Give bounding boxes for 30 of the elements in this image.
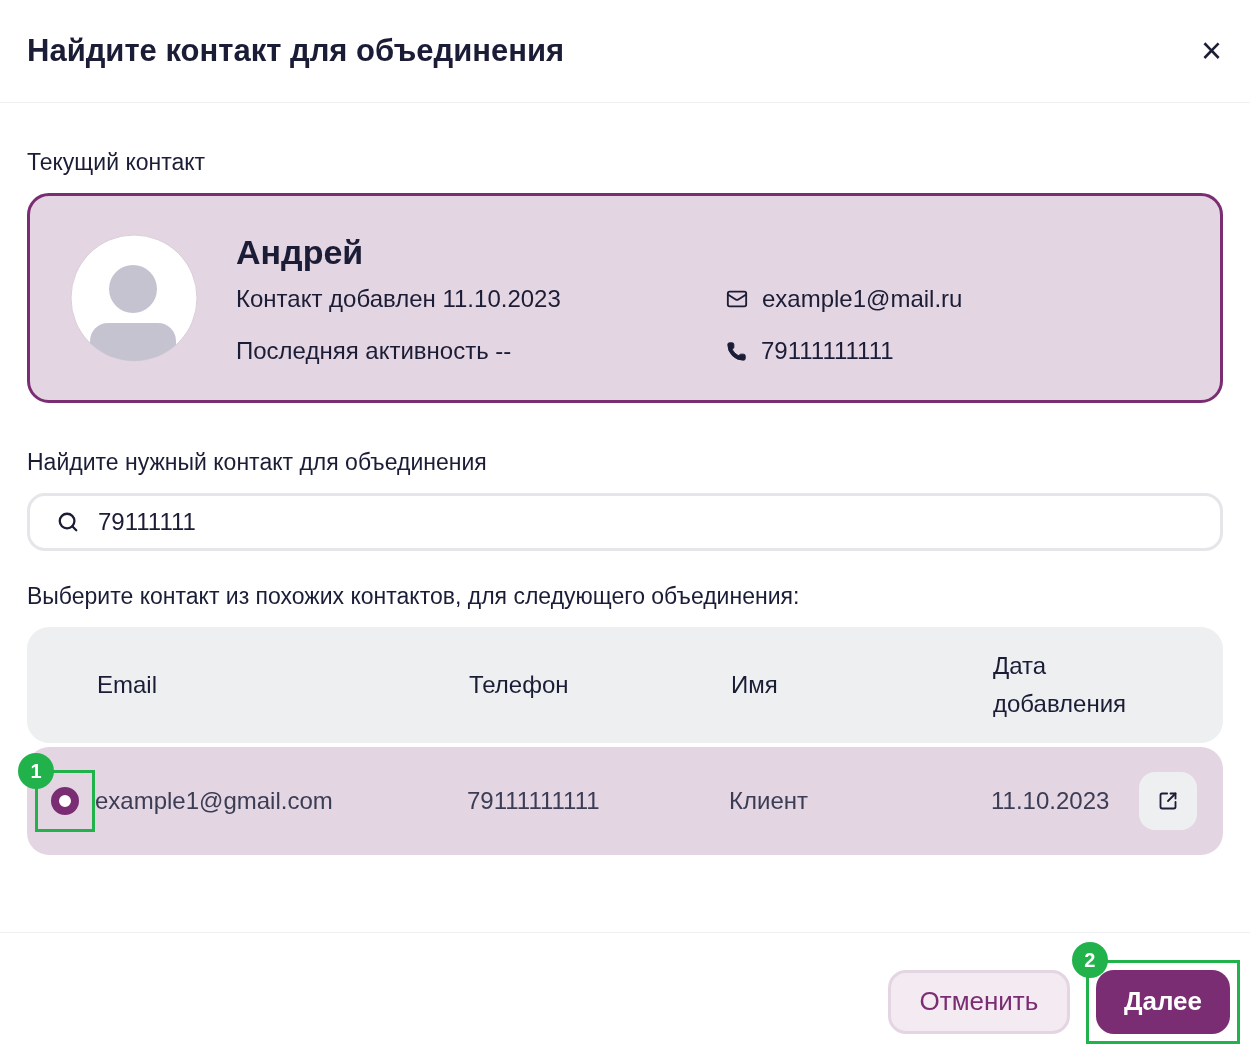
open-link-button[interactable] <box>1139 772 1197 830</box>
section-label: Найдите нужный контакт для объединения <box>27 448 488 477</box>
column-header: Дата добавления <box>993 651 1128 719</box>
contact-phone: 79111111111 <box>761 336 894 366</box>
radio-button[interactable] <box>51 787 79 815</box>
section-label: Выберите контакт из похожих контактов, для следующего объединения: <box>27 582 801 611</box>
section-label: Текущий контакт <box>27 148 207 177</box>
contact-email: example1@mail.ru <box>762 284 963 314</box>
mail-icon <box>726 288 748 310</box>
phone-icon <box>726 340 747 362</box>
search-field[interactable]: 79111111 <box>27 493 1223 551</box>
next-button[interactable]: Далее <box>1095 969 1230 1034</box>
external-link-icon <box>1158 791 1178 811</box>
dialog-title: Найдите контакт для объединения <box>27 31 565 70</box>
table-cell-text: 79111111111 <box>467 786 601 816</box>
table-cell-text: example1@gmail.com <box>95 786 334 816</box>
last-activity: Последняя активность -- <box>236 336 513 366</box>
column-header: Email <box>97 670 158 700</box>
table-cell-text: Клиент <box>729 786 809 816</box>
table-cell-text: 11.10.2023 <box>991 786 1111 816</box>
column-header: Имя <box>731 670 779 700</box>
added-date: Контакт добавлен 11.10.2023 <box>236 284 562 314</box>
close-button[interactable]: × <box>1200 33 1222 69</box>
avatar-icon <box>70 234 198 362</box>
cancel-button[interactable]: Отменить <box>887 969 1070 1034</box>
step-badge: 2 <box>1071 941 1108 978</box>
search-icon <box>57 511 79 533</box>
column-header: Телефон <box>469 670 570 700</box>
contact-name: Андрей <box>236 232 365 272</box>
step-badge: 1 <box>18 753 54 789</box>
